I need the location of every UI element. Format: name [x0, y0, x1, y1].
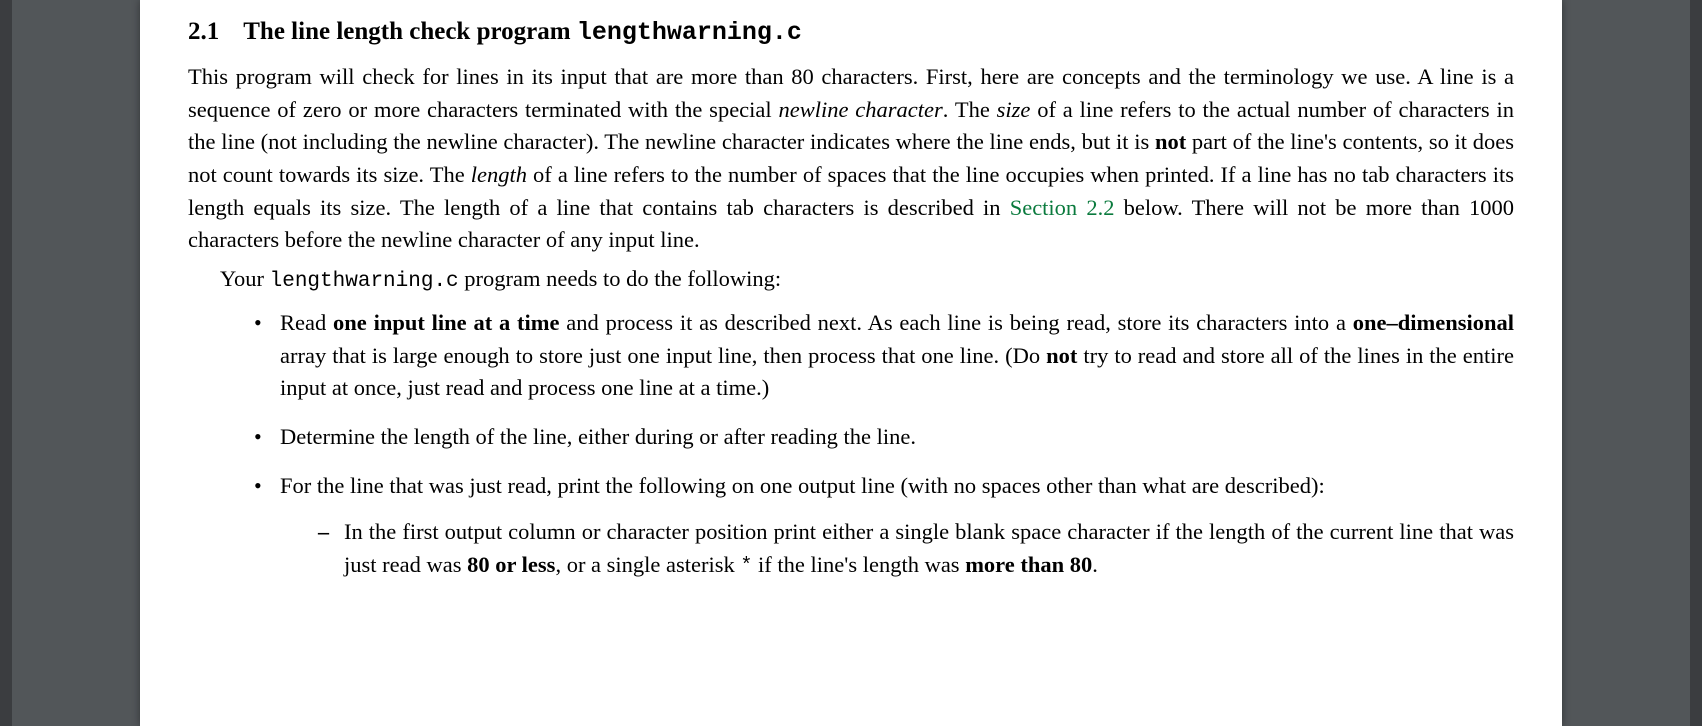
section-title-code: lengthwarning.c: [577, 18, 802, 47]
text-run: Your: [220, 266, 270, 291]
italic-text: length: [471, 162, 527, 187]
text-run: .: [1092, 552, 1098, 577]
bold-text: one–dimensional: [1353, 310, 1514, 335]
viewer-edge-right: [1690, 0, 1702, 726]
bold-text: one input line at a time: [333, 310, 559, 335]
asterisk-symbol: *: [740, 555, 752, 578]
text-run: , or a single asterisk: [555, 552, 740, 577]
list-item: Determine the length of the line, either…: [260, 421, 1514, 454]
text-run: Determine the length of the line, either…: [280, 424, 916, 449]
italic-text: size: [997, 97, 1031, 122]
bold-text: more than 80: [965, 552, 1092, 577]
viewer-edge-left: [0, 0, 12, 726]
text-run: array that is large enough to store just…: [280, 343, 1046, 368]
section-number: 2.1: [188, 18, 219, 45]
list-item: Read one input line at a time and proces…: [260, 307, 1514, 405]
text-run: For the line that was just read, print t…: [280, 473, 1325, 498]
sub-list-item: In the first output column or character …: [322, 516, 1514, 582]
bold-text: 80 or less: [467, 552, 555, 577]
document-page: 2.1 The line length check program lengthw…: [140, 0, 1562, 726]
section-title-text: The line length check program: [243, 18, 577, 45]
paragraph-2: Your lengthwarning.c program needs to do…: [188, 263, 1514, 297]
text-run: . The: [943, 97, 997, 122]
text-run: if the line's length was: [752, 552, 965, 577]
inline-code: lengthwarning.c: [270, 270, 459, 293]
italic-text: newline character: [778, 97, 942, 122]
text-run: and process it as described next. As eac…: [560, 310, 1353, 335]
requirements-list: Read one input line at a time and proces…: [188, 307, 1514, 582]
sub-list: In the first output column or character …: [280, 516, 1514, 582]
text-run: program needs to do the following:: [459, 266, 781, 291]
list-item: For the line that was just read, print t…: [260, 470, 1514, 582]
section-link[interactable]: Section 2.2: [1010, 195, 1115, 220]
paragraph-1: This program will check for lines in its…: [188, 61, 1514, 257]
pdf-viewer-viewport: 2.1 The line length check program lengthw…: [0, 0, 1702, 726]
text-run: Read: [280, 310, 333, 335]
bold-text: not: [1155, 129, 1186, 154]
bold-text: not: [1046, 343, 1077, 368]
section-heading: 2.1 The line length check program lengthw…: [188, 18, 1514, 47]
